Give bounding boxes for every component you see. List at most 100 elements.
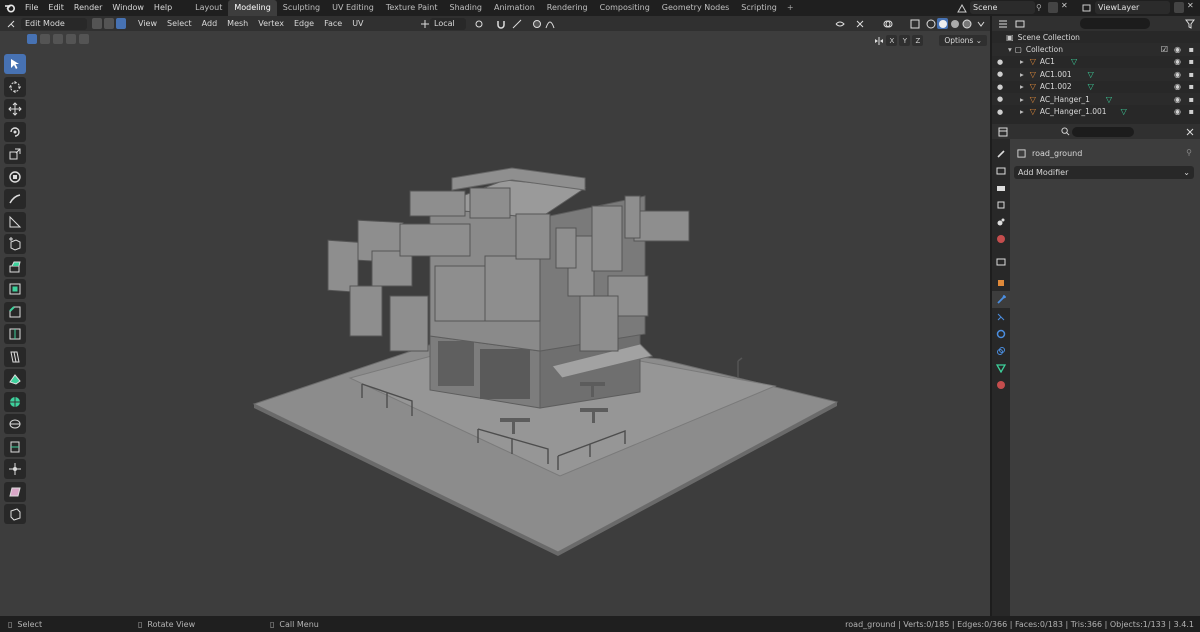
- knife-tool[interactable]: [4, 346, 26, 367]
- tab-rendering[interactable]: Rendering: [541, 0, 594, 16]
- menu-window[interactable]: Window: [107, 0, 149, 16]
- tab-compositing[interactable]: Compositing: [594, 0, 656, 16]
- render-camera-icon[interactable]: ▪: [1189, 45, 1194, 54]
- tab-geometry-nodes[interactable]: Geometry Nodes: [656, 0, 735, 16]
- face-select-icon[interactable]: [116, 18, 126, 29]
- snap-target-icon[interactable]: [510, 17, 523, 30]
- shading-options-icon[interactable]: [974, 17, 987, 30]
- cursor-tool[interactable]: [4, 76, 26, 97]
- extrude-tool[interactable]: [4, 256, 26, 277]
- visibility-eye-icon[interactable]: ◉: [1174, 107, 1181, 116]
- falloff-icon[interactable]: [543, 17, 556, 30]
- solid-shading-icon[interactable]: [937, 18, 948, 29]
- editor-type-icon[interactable]: [4, 17, 17, 30]
- transform-tool[interactable]: [4, 166, 26, 187]
- expand-arrow-icon[interactable]: ▾: [1008, 45, 1012, 54]
- render-camera-icon[interactable]: ▪: [1189, 82, 1194, 91]
- outliner-item-ac-hanger-1[interactable]: ● ▸ ▽ AC_Hanger_1 ▽ ◉ ▪: [992, 92, 1200, 106]
- render-tab-icon[interactable]: [992, 162, 1010, 179]
- tab-layout[interactable]: Layout: [189, 0, 228, 16]
- mirror-icon[interactable]: [873, 35, 884, 46]
- scene-collection-row[interactable]: ▣ Scene Collection: [992, 31, 1200, 43]
- properties-editor-icon[interactable]: [996, 125, 1009, 138]
- spin-tool[interactable]: [4, 391, 26, 412]
- tab-texture-paint[interactable]: Texture Paint: [380, 0, 444, 16]
- blender-logo-icon[interactable]: [0, 0, 20, 16]
- edge-select-icon[interactable]: [104, 18, 114, 29]
- menu-vertex[interactable]: Vertex: [253, 16, 289, 31]
- scene-icon[interactable]: [955, 1, 968, 14]
- add-workspace-button[interactable]: +: [783, 0, 798, 16]
- edge-slide-tool[interactable]: [4, 436, 26, 457]
- view-layer-icon[interactable]: [1080, 1, 1093, 14]
- render-camera-icon[interactable]: ▪: [1189, 57, 1194, 66]
- visibility-eye-icon[interactable]: ◉: [1174, 70, 1181, 79]
- visibility-eye-icon[interactable]: ◉: [1174, 57, 1181, 66]
- wireframe-shading-icon[interactable]: [925, 18, 936, 29]
- material-shading-icon[interactable]: [949, 18, 960, 29]
- menu-uv[interactable]: UV: [347, 16, 368, 31]
- scene-selector[interactable]: Scene: [970, 1, 1035, 14]
- tab-modeling[interactable]: Modeling: [228, 0, 277, 16]
- data-tab-icon[interactable]: [992, 359, 1010, 376]
- outliner-editor-icon[interactable]: [996, 17, 1009, 30]
- new-view-layer-icon[interactable]: [1174, 2, 1184, 13]
- search-icon[interactable]: [1059, 125, 1072, 138]
- pin-icon[interactable]: ⚲: [1036, 3, 1042, 12]
- shrink-fatten-tool[interactable]: [4, 459, 26, 479]
- gizmo-icon[interactable]: [853, 17, 866, 30]
- intersect-selection-icon[interactable]: [79, 34, 89, 44]
- measure-tool[interactable]: [4, 211, 26, 232]
- new-scene-icon[interactable]: [1048, 2, 1058, 13]
- expand-arrow-icon[interactable]: ▸: [1020, 57, 1024, 66]
- subtract-selection-icon[interactable]: [53, 34, 63, 44]
- rotate-tool[interactable]: [4, 121, 26, 142]
- render-camera-icon[interactable]: ▪: [1189, 107, 1194, 116]
- axis-y-toggle[interactable]: Y: [899, 35, 911, 46]
- transform-orientation-dropdown[interactable]: Local: [430, 17, 466, 30]
- collection-tab-icon[interactable]: [992, 253, 1010, 270]
- set-selection-icon[interactable]: [27, 34, 37, 44]
- vertex-select-icon[interactable]: [92, 18, 102, 29]
- tab-animation[interactable]: Animation: [488, 0, 541, 16]
- building-model-render[interactable]: [240, 146, 840, 556]
- pivot-icon[interactable]: [472, 17, 485, 30]
- menu-add[interactable]: Add: [197, 16, 223, 31]
- delete-scene-icon[interactable]: ✕: [1061, 1, 1068, 10]
- menu-view[interactable]: View: [133, 16, 162, 31]
- 3d-viewport[interactable]: Edit Mode View Select Add Mesh Vertex Ed…: [0, 16, 990, 616]
- display-mode-icon[interactable]: [1013, 17, 1026, 30]
- outliner-item-ac1-001[interactable]: ● ▸ ▽ AC1.001 ▽ ◉ ▪: [992, 68, 1200, 81]
- smooth-tool[interactable]: [4, 414, 26, 434]
- bevel-tool[interactable]: [4, 301, 26, 322]
- properties-options-icon[interactable]: [1183, 125, 1196, 138]
- tab-scripting[interactable]: Scripting: [735, 0, 783, 16]
- menu-edit[interactable]: Edit: [43, 0, 69, 16]
- tab-uv-editing[interactable]: UV Editing: [326, 0, 380, 16]
- rendered-shading-icon[interactable]: [961, 18, 972, 29]
- visibility-eye-icon[interactable]: ◉: [1174, 95, 1181, 104]
- mesh-edit-overlay-icon[interactable]: [908, 17, 921, 30]
- proportional-edit-icon[interactable]: [530, 17, 543, 30]
- pin-icon[interactable]: ⚲: [1186, 148, 1192, 157]
- tool-tab-icon[interactable]: [992, 145, 1010, 162]
- render-camera-icon[interactable]: ▪: [1189, 70, 1194, 79]
- exclude-checkbox-icon[interactable]: ☑: [1161, 45, 1168, 54]
- mode-dropdown[interactable]: Edit Mode: [21, 17, 87, 30]
- annotate-tool[interactable]: [4, 189, 26, 209]
- output-tab-icon[interactable]: [992, 179, 1010, 196]
- scene-tab-icon[interactable]: [992, 213, 1010, 230]
- menu-edge[interactable]: Edge: [289, 16, 319, 31]
- expand-arrow-icon[interactable]: ▸: [1020, 82, 1024, 91]
- outliner-item-ac1[interactable]: ● ▸ ▽ AC1 ▽ ◉ ▪: [992, 56, 1200, 68]
- properties-search-input[interactable]: [1072, 126, 1134, 137]
- outliner-item-ac-hanger-1-001[interactable]: ● ▸ ▽ AC_Hanger_1.001 ▽ ◉ ▪: [992, 105, 1200, 117]
- snap-icon[interactable]: [494, 17, 507, 30]
- filter-icon[interactable]: [1183, 17, 1196, 30]
- extend-selection-icon[interactable]: [40, 34, 50, 44]
- view-layer-tab-icon[interactable]: [992, 196, 1010, 213]
- axis-x-toggle[interactable]: X: [886, 35, 898, 46]
- shear-tool[interactable]: [4, 481, 26, 502]
- loop-cut-tool[interactable]: [4, 324, 26, 344]
- visibility-eye-icon[interactable]: ◉: [1174, 45, 1181, 54]
